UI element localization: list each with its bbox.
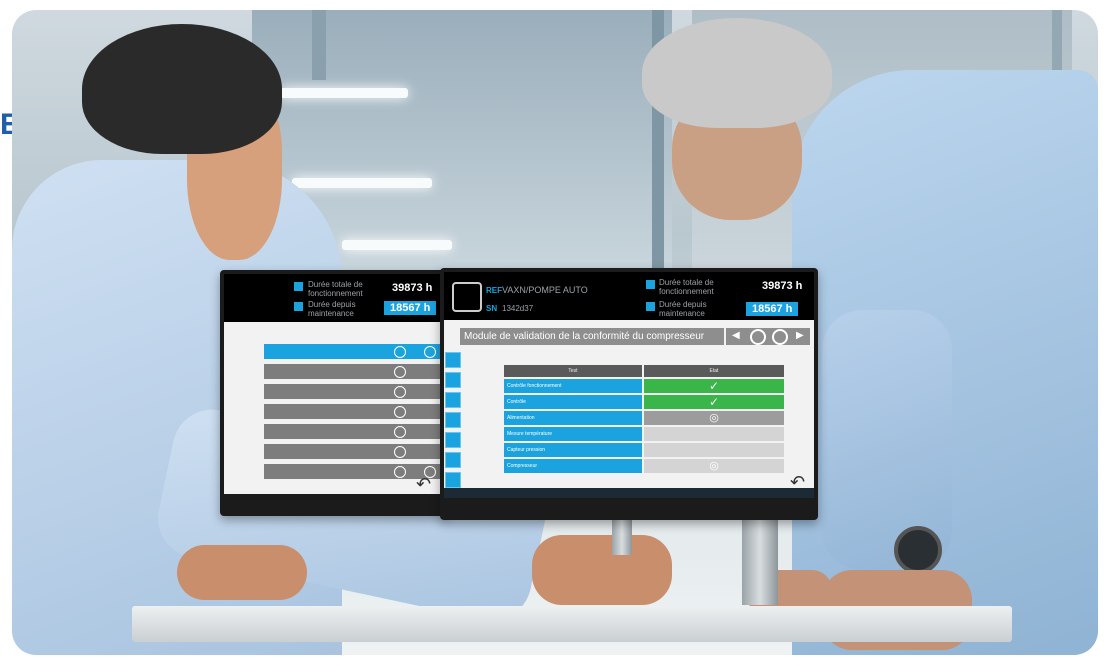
back-arrow-icon[interactable]: ↶: [416, 474, 431, 494]
list-row[interactable]: [264, 444, 444, 459]
sidebar-clock-icon[interactable]: [445, 372, 461, 388]
since-maintenance-label: Durée depuis maintenance: [308, 300, 356, 318]
globe-icon: [394, 346, 406, 358]
sidebar-list-icon[interactable]: [445, 412, 461, 428]
globe-icon: [394, 426, 406, 438]
sn-value: 1342d37: [502, 304, 534, 313]
table-row-label: Compresseur: [504, 459, 642, 473]
monitor-stand: [742, 510, 778, 605]
table-header-state: Etat: [644, 365, 784, 377]
total-hours-value: 39873 h: [762, 280, 803, 292]
since-maintenance-value: 18567 h: [384, 301, 437, 315]
list-row[interactable]: [264, 424, 444, 439]
list-row[interactable]: [264, 404, 444, 419]
ref-label: REF: [486, 286, 502, 295]
left-screen-header: Durée totale de fonctionnement 39873 h D…: [224, 274, 444, 322]
globe-icon: [394, 466, 406, 478]
next-icon[interactable]: ▶: [796, 330, 804, 341]
wrench-icon: [294, 302, 303, 311]
total-hours-label: Durée totale de fonctionnement: [659, 278, 714, 296]
pipe: [312, 10, 326, 80]
left-person-hand: [177, 545, 307, 600]
right-monitor-screen: REF VAXN/POMPE AUTO SN 1342d37 Durée tot…: [444, 272, 814, 498]
total-hours-value: 39873 h: [392, 282, 433, 294]
table-row-state: ◎: [644, 459, 784, 473]
module-title: Module de validation de la conformité du…: [460, 328, 724, 345]
sidebar-filter-icon[interactable]: [445, 452, 461, 468]
right-person-hair: [642, 18, 832, 128]
right-monitor: REF VAXN/POMPE AUTO SN 1342d37 Durée tot…: [440, 268, 818, 520]
table-row-label: Contrôle fonctionnement: [504, 379, 642, 393]
ref-value: VAXN/POMPE AUTO: [502, 285, 588, 295]
table-row-label: Contrôle: [504, 395, 642, 409]
desk: [132, 606, 1012, 642]
left-monitor-screen: Durée totale de fonctionnement 39873 h D…: [224, 274, 444, 494]
total-hours-label: Durée totale de fonctionnement: [308, 280, 363, 298]
globe-icon: [394, 386, 406, 398]
clock-icon: [294, 282, 303, 291]
nav-controls: ◀ ▶: [726, 328, 810, 345]
wrench-icon: [646, 302, 655, 311]
prev-icon[interactable]: ◀: [732, 330, 740, 341]
sidebar-grid-icon[interactable]: [445, 472, 461, 488]
globe-icon: [394, 446, 406, 458]
right-screen-header: REF VAXN/POMPE AUTO SN 1342d37 Durée tot…: [444, 272, 814, 320]
ceiling-light: [342, 240, 452, 250]
since-maintenance-label: Durée depuis maintenance: [659, 300, 707, 318]
globe-icon: [394, 406, 406, 418]
info-icon: [424, 346, 436, 358]
ceiling-light: [292, 178, 432, 188]
device-icon: [452, 282, 482, 312]
sidebar-doc-icon[interactable]: [445, 392, 461, 408]
play-icon[interactable]: [750, 329, 766, 345]
table-row-state: [644, 443, 784, 457]
left-monitor: Durée totale de fonctionnement 39873 h D…: [220, 270, 448, 516]
list-row[interactable]: [264, 344, 444, 359]
stop-icon[interactable]: [772, 329, 788, 345]
wristwatch: [894, 526, 942, 574]
monitor-stand: [612, 515, 632, 555]
left-person-hair: [82, 24, 282, 154]
table-row-state: ✓: [644, 379, 784, 393]
list-row[interactable]: [264, 384, 444, 399]
table-row-state: [644, 427, 784, 441]
photo-scene: Durée totale de fonctionnement 39873 h D…: [12, 10, 1098, 655]
table-row-label: Alimentation: [504, 411, 642, 425]
list-row[interactable]: [264, 364, 444, 379]
since-maintenance-value: 18567 h: [746, 302, 799, 316]
left-person-hand: [532, 535, 672, 605]
table-row-label: Mesure température: [504, 427, 642, 441]
sidebar-home-icon[interactable]: [445, 352, 461, 368]
table-row-label: Capteur pression: [504, 443, 642, 457]
table-row-state: ◎: [644, 411, 784, 425]
globe-icon: [394, 366, 406, 378]
ceiling-light: [280, 88, 408, 98]
table-header-test: Test: [504, 365, 642, 377]
clock-icon: [646, 280, 655, 289]
sn-label: SN: [486, 304, 498, 313]
table-row-state: ✓: [644, 395, 784, 409]
sidebar-settings-icon[interactable]: [445, 432, 461, 448]
os-taskbar: [444, 488, 814, 498]
